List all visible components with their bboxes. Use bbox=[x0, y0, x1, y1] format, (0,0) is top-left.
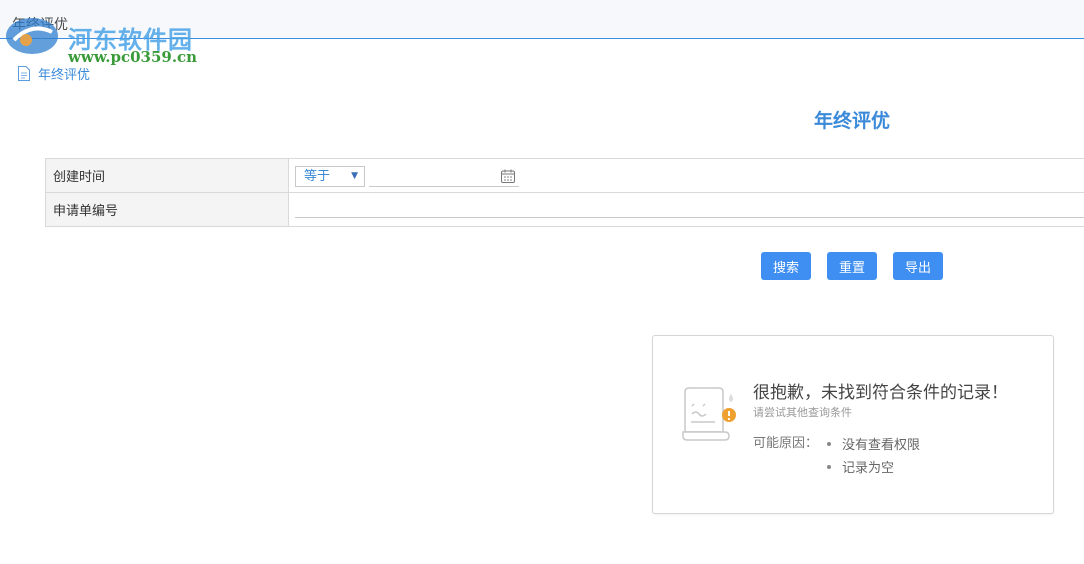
reason-text: 记录为空 bbox=[842, 461, 895, 476]
watermark: 河东软件园 www.pc0359.cn bbox=[2, 8, 202, 68]
list-item: 没有查看权限 bbox=[825, 432, 965, 455]
reason-text: 没有查看权限 bbox=[842, 438, 921, 453]
filter-row-application-number: 申请单编号 bbox=[46, 193, 1084, 226]
export-button[interactable]: 导出 bbox=[893, 252, 943, 280]
action-buttons: 搜索 重置 导出 bbox=[761, 252, 959, 280]
filter-table: 创建时间 等于 ▼ 申请单编号 bbox=[45, 158, 1084, 227]
created-time-date-input[interactable] bbox=[369, 166, 519, 187]
application-number-input[interactable] bbox=[295, 200, 1084, 218]
calendar-icon[interactable] bbox=[501, 169, 515, 183]
reason-label: 可能原因： bbox=[753, 436, 819, 451]
bullet-icon bbox=[827, 441, 831, 446]
empty-state-subheading: 请尝试其他查询条件 bbox=[753, 406, 852, 419]
filter-label-application-number: 申请单编号 bbox=[46, 193, 289, 226]
search-button[interactable]: 搜索 bbox=[761, 252, 811, 280]
filter-label-created-time: 创建时间 bbox=[46, 159, 289, 192]
bullet-icon bbox=[827, 464, 831, 469]
chevron-down-icon: ▼ bbox=[351, 171, 358, 181]
operator-select-value: 等于 bbox=[304, 169, 331, 184]
filter-row-created-time: 创建时间 等于 ▼ bbox=[46, 159, 1084, 193]
empty-state-card: 很抱歉，未找到符合条件的记录！ 请尝试其他查询条件 可能原因： 没有查看权限 记… bbox=[652, 335, 1054, 514]
breadcrumb: 年终评优 bbox=[18, 64, 90, 83]
no-records-illustration-icon bbox=[682, 387, 736, 441]
document-icon bbox=[18, 66, 30, 81]
list-item: 记录为空 bbox=[825, 455, 965, 478]
empty-state-heading: 很抱歉，未找到符合条件的记录！ bbox=[753, 383, 1008, 403]
reset-button[interactable]: 重置 bbox=[827, 252, 877, 280]
watermark-logo-icon bbox=[6, 18, 58, 54]
operator-select[interactable]: 等于 ▼ bbox=[295, 166, 365, 187]
breadcrumb-label[interactable]: 年终评优 bbox=[38, 64, 90, 83]
page-title: 年终评优 bbox=[813, 110, 890, 132]
reason-list: 没有查看权限 记录为空 bbox=[825, 432, 965, 478]
